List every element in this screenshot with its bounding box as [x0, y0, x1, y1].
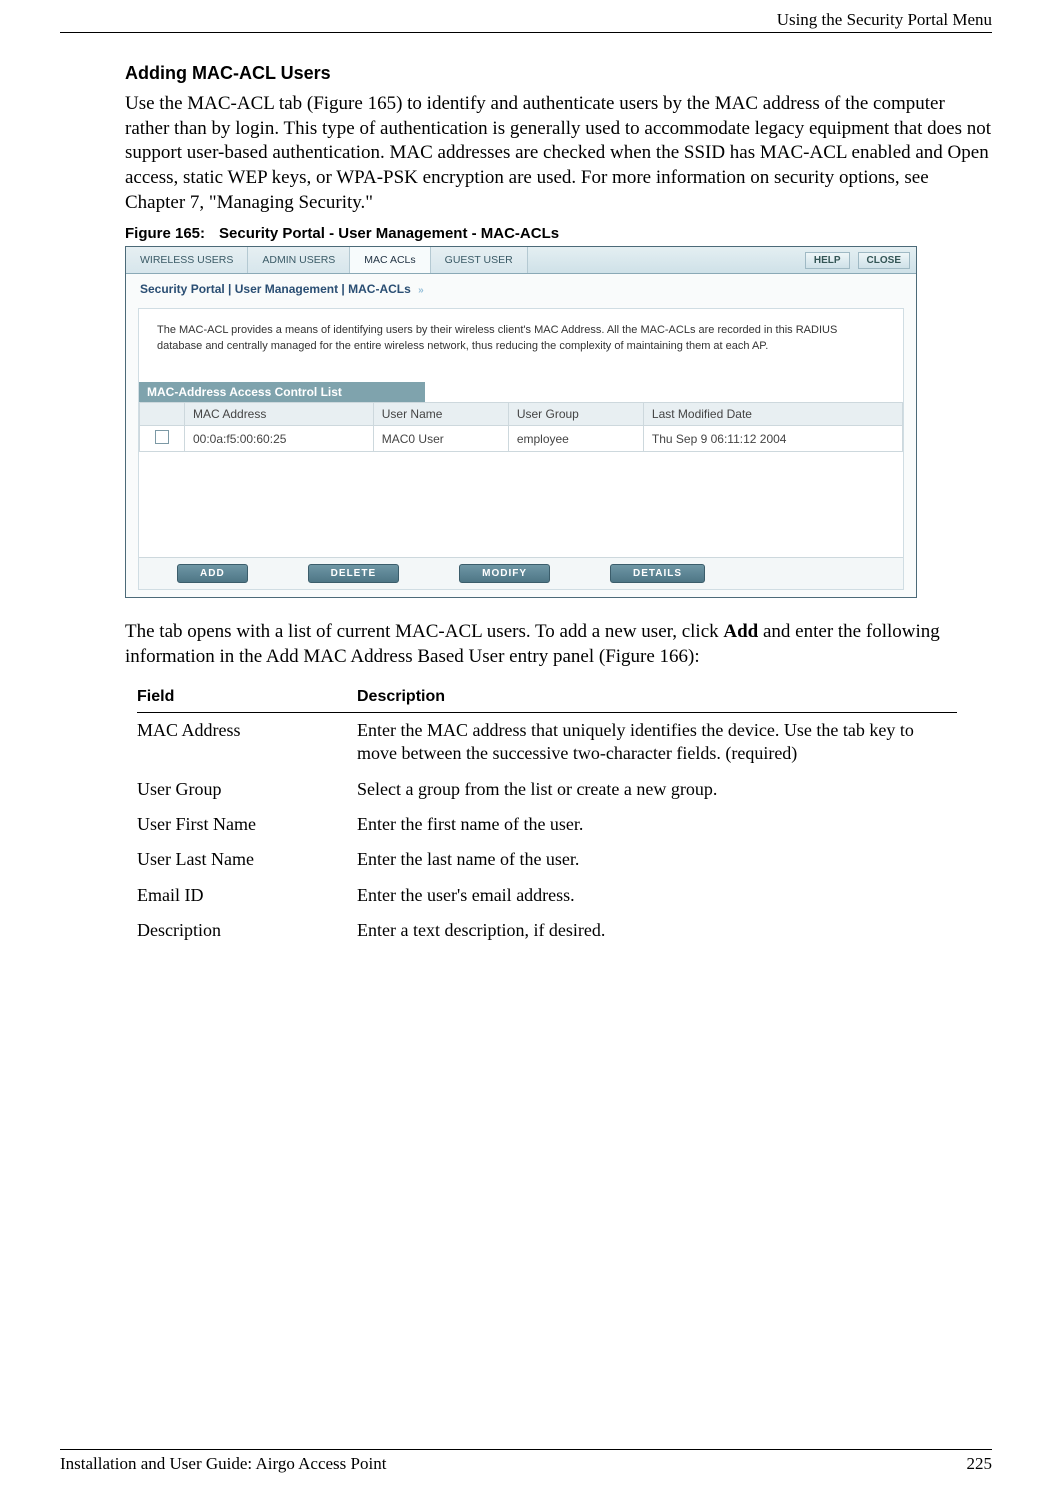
row-usergroup: employee: [508, 426, 643, 452]
figure-title: Security Portal - User Management - MAC-…: [219, 225, 559, 242]
figure-caption: Figure 165: Security Portal - User Manage…: [125, 225, 992, 242]
field-desc: Enter the first name of the user.: [357, 813, 957, 836]
acl-table: MAC Address User Name User Group Last Mo…: [139, 402, 903, 452]
field-name: User Last Name: [137, 848, 357, 871]
field-name: Email ID: [137, 884, 357, 907]
row-date: Thu Sep 9 06:11:12 2004: [643, 426, 902, 452]
table-header-usergroup: User Group: [508, 403, 643, 426]
intro-paragraph: Use the MAC-ACL tab (Figure 165) to iden…: [125, 92, 992, 215]
tab-admin-users[interactable]: ADMIN USERS: [248, 247, 350, 273]
field-table-header: Field Description: [137, 688, 957, 713]
table-header-row: MAC Address User Name User Group Last Mo…: [140, 403, 903, 426]
field-desc: Enter the user's email address.: [357, 884, 957, 907]
table-row: 00:0a:f5:00:60:25 MAC0 User employee Thu…: [140, 426, 903, 452]
figure-number: Figure 165:: [125, 225, 205, 242]
breadcrumb-text: Security Portal | User Management | MAC-…: [140, 282, 411, 296]
tab-mac-acls[interactable]: MAC ACLs: [350, 247, 430, 273]
field-name: User Group: [137, 778, 357, 801]
header-title: Using the Security Portal Menu: [777, 10, 992, 29]
help-close-group: HELP CLOSE: [805, 247, 916, 273]
breadcrumb: Security Portal | User Management | MAC-…: [126, 274, 916, 304]
table-header-username: User Name: [373, 403, 508, 426]
footer-left: Installation and User Guide: Airgo Acces…: [60, 1454, 386, 1474]
table-header-date: Last Modified Date: [643, 403, 902, 426]
help-button[interactable]: HELP: [805, 252, 850, 269]
screenshot-tabbar: WIRELESS USERS ADMIN USERS MAC ACLs GUES…: [126, 247, 916, 274]
post-figure-paragraph: The tab opens with a list of current MAC…: [125, 620, 992, 669]
section-heading: Adding MAC-ACL Users: [125, 63, 992, 84]
field-name: MAC Address: [137, 719, 357, 766]
tab-wireless-users[interactable]: WIRELESS USERS: [126, 247, 248, 273]
page-footer: Installation and User Guide: Airgo Acces…: [60, 1449, 992, 1474]
row-checkbox[interactable]: [155, 430, 169, 444]
page: Using the Security Portal Menu Adding MA…: [0, 0, 1052, 1492]
field-row: User Last Name Enter the last name of th…: [137, 842, 957, 877]
field-name: Description: [137, 919, 357, 942]
field-desc: Enter the MAC address that uniquely iden…: [357, 719, 957, 766]
field-name: User First Name: [137, 813, 357, 836]
screenshot-description: The MAC-ACL provides a means of identify…: [139, 309, 903, 368]
field-row: Email ID Enter the user's email address.: [137, 878, 957, 913]
field-desc: Enter the last name of the user.: [357, 848, 957, 871]
close-button[interactable]: CLOSE: [858, 252, 910, 269]
footer-page-number: 225: [967, 1454, 993, 1474]
content: Adding MAC-ACL Users Use the MAC-ACL tab…: [125, 63, 992, 949]
modify-button[interactable]: MODIFY: [459, 564, 550, 583]
button-row: ADD DELETE MODIFY DETAILS: [139, 557, 903, 589]
screenshot-panel: WIRELESS USERS ADMIN USERS MAC ACLs GUES…: [125, 246, 917, 598]
table-header-mac: MAC Address: [185, 403, 374, 426]
p2-pre: The tab opens with a list of current MAC…: [125, 621, 723, 642]
screenshot-main-panel: The MAC-ACL provides a means of identify…: [138, 308, 904, 590]
details-button[interactable]: DETAILS: [610, 564, 705, 583]
field-desc: Select a group from the list or create a…: [357, 778, 957, 801]
field-row: MAC Address Enter the MAC address that u…: [137, 713, 957, 772]
field-header-description: Description: [357, 688, 957, 706]
field-desc: Enter a text description, if desired.: [357, 919, 957, 942]
field-row: Description Enter a text description, if…: [137, 913, 957, 948]
field-row: User Group Select a group from the list …: [137, 772, 957, 807]
field-row: User First Name Enter the first name of …: [137, 807, 957, 842]
page-header: Using the Security Portal Menu: [60, 10, 992, 33]
delete-button[interactable]: DELETE: [308, 564, 399, 583]
table-header-checkbox: [140, 403, 185, 426]
tab-guest-user[interactable]: GUEST USER: [431, 247, 528, 273]
row-checkbox-cell: [140, 426, 185, 452]
field-table: Field Description MAC Address Enter the …: [137, 688, 957, 949]
chevron-right-icon: »: [418, 285, 424, 296]
add-button[interactable]: ADD: [177, 564, 248, 583]
p2-bold: Add: [723, 621, 758, 642]
row-mac: 00:0a:f5:00:60:25: [185, 426, 374, 452]
field-header-field: Field: [137, 688, 357, 706]
row-username: MAC0 User: [373, 426, 508, 452]
acl-subheading: MAC-Address Access Control List: [139, 382, 425, 402]
